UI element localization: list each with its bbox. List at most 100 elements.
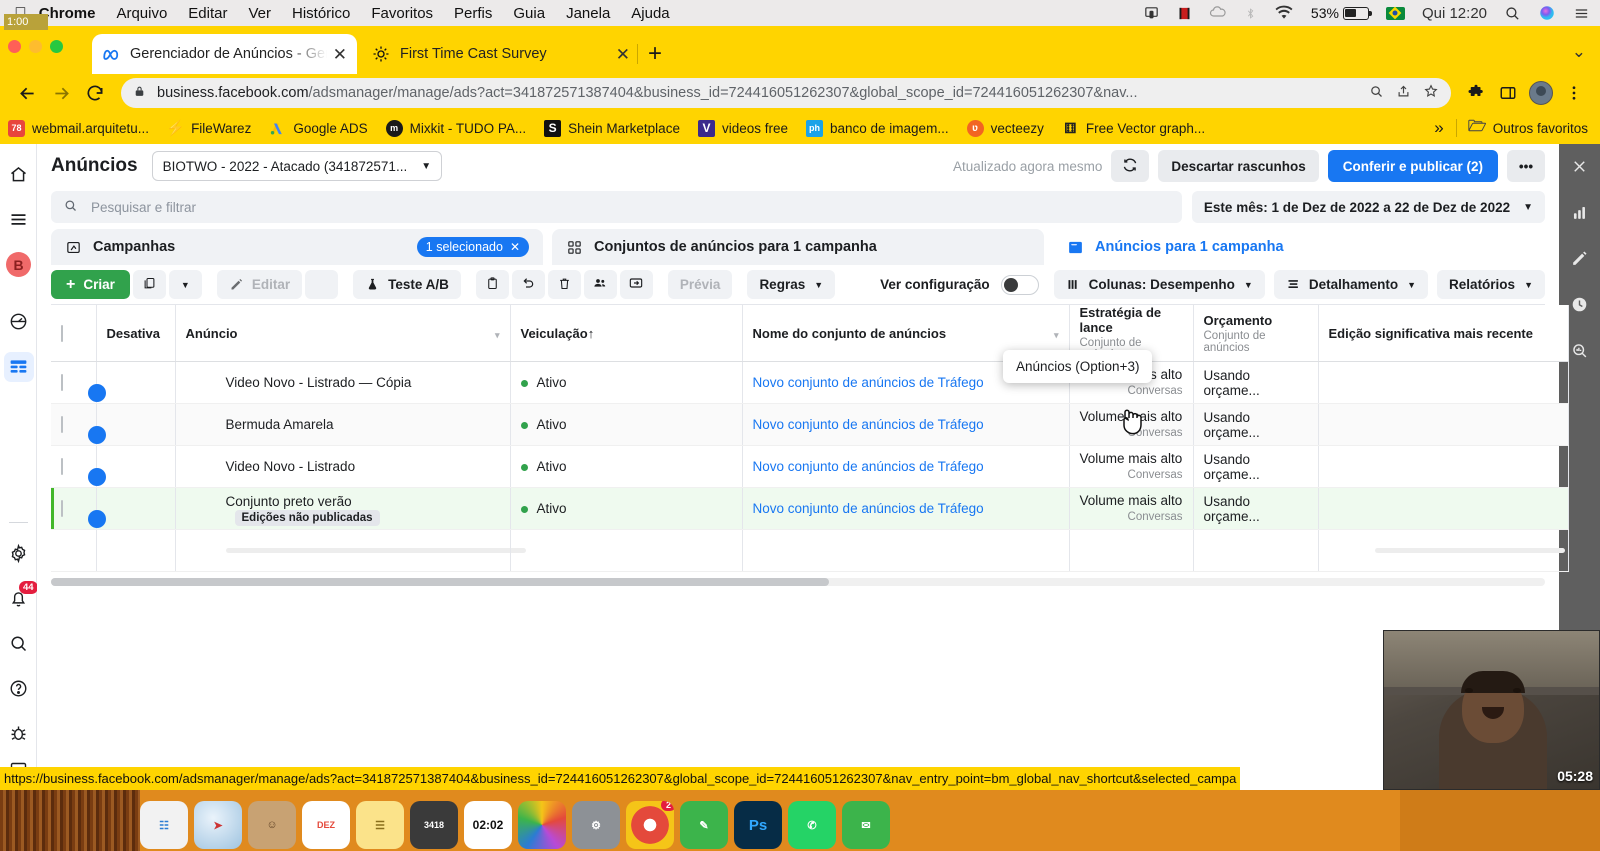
profile-avatar-icon[interactable] — [1529, 81, 1553, 105]
clock-history-icon[interactable] — [1568, 292, 1592, 316]
columns-button[interactable]: Colunas: Desempenho ▼ — [1053, 270, 1265, 299]
audience-button[interactable] — [583, 270, 617, 299]
dock-item-contacts[interactable]: ☺ — [248, 801, 296, 849]
bookmark-filewarez[interactable]: ⚡ FileWarez — [166, 120, 251, 137]
menu-item-historico[interactable]: Histórico — [292, 5, 350, 22]
dock-item-photoshop[interactable]: Ps — [734, 801, 782, 849]
horizontal-scrollbar[interactable] — [51, 578, 1545, 586]
bar-chart-icon[interactable] — [1568, 200, 1592, 224]
control-center-icon[interactable] — [1573, 5, 1590, 22]
scrollbar-thumb[interactable] — [51, 578, 829, 586]
search-icon[interactable] — [0, 621, 37, 666]
select-all-checkbox[interactable] — [61, 324, 63, 342]
other-bookmarks-button[interactable]: 🗁 Outros favoritos — [1468, 118, 1588, 137]
gear-icon[interactable] — [0, 531, 37, 576]
magnify-data-icon[interactable] — [1568, 338, 1592, 362]
adset-name-cell[interactable]: Novo conjunto de anúncios de Tráfego — [742, 487, 1070, 530]
menu-item-favoritos[interactable]: Favoritos — [371, 5, 433, 22]
tab-anuncios[interactable]: Anúncios para 1 campanha — [1053, 229, 1545, 265]
bookmark-banco-imagem[interactable]: ph banco de imagem... — [806, 119, 949, 137]
adset-link[interactable]: Novo conjunto de anúncios de Tráfego — [753, 501, 984, 516]
duplicate-dropdown[interactable]: ▼ — [168, 270, 202, 299]
search-input[interactable]: Pesquisar e filtrar — [51, 191, 1182, 223]
chevron-down-icon[interactable]: ▾ — [495, 330, 500, 341]
zoom-search-icon[interactable] — [1369, 84, 1384, 103]
discard-drafts-button[interactable]: Descartar rascunhos — [1158, 150, 1319, 182]
dock-item-whatsapp[interactable]: ✆ — [788, 801, 836, 849]
ad-name-cell[interactable]: Video Novo - Listrado — [175, 445, 511, 488]
account-select[interactable]: BIOTWO - 2022 - Atacado (341872571... ▼ — [151, 151, 443, 181]
more-options-button[interactable]: ••• — [1507, 150, 1545, 182]
bug-icon[interactable] — [0, 711, 37, 756]
puzzle-piece-icon[interactable] — [1460, 77, 1492, 109]
edit-button[interactable]: Editar — [216, 270, 303, 299]
column-header-delivery[interactable]: Veiculação↑ — [510, 305, 743, 362]
bookmark-google-ads[interactable]: Google ADS — [269, 120, 368, 137]
dock-item-photos[interactable] — [518, 801, 566, 849]
bookmark-mixkit[interactable]: m Mixkit - TUDO PA... — [385, 119, 526, 137]
row-toggle-cell[interactable] — [87, 445, 176, 488]
toggle-switch[interactable] — [1000, 274, 1039, 295]
close-icon[interactable] — [1568, 154, 1592, 178]
menu-item-editar[interactable]: Editar — [188, 5, 227, 22]
business-avatar[interactable]: B — [0, 242, 37, 287]
dock-item-chrome[interactable]: 2 — [626, 801, 674, 849]
close-icon[interactable]: ✕ — [510, 240, 520, 254]
bluetooth-icon[interactable] — [1244, 5, 1257, 22]
window-traffic-lights[interactable] — [8, 40, 63, 53]
hamburger-menu-icon[interactable] — [0, 197, 37, 242]
star-icon[interactable] — [1423, 83, 1439, 103]
dock-item-calendar[interactable]: DEZ — [302, 801, 350, 849]
bookmark-videos-free[interactable]: Vvideos free — [697, 119, 788, 137]
minimize-window-button[interactable] — [29, 40, 42, 53]
sidebar-item-ads-manager[interactable] — [0, 344, 37, 389]
table-row[interactable]: Conjunto preto verão Edições não publica… — [51, 487, 1569, 530]
select-all-header[interactable] — [51, 305, 97, 362]
ab-test-button[interactable]: Teste A/B — [353, 270, 461, 299]
review-publish-button[interactable]: Conferir e publicar (2) — [1327, 150, 1498, 182]
clipboard-button[interactable] — [475, 270, 509, 299]
dock-item-settings[interactable]: ⚙ — [572, 801, 620, 849]
arrow-back-icon[interactable] — [10, 76, 44, 110]
address-bar[interactable]: business.facebook.com/adsmanager/manage/… — [121, 78, 1451, 108]
maximize-window-button[interactable] — [50, 40, 63, 53]
row-toggle-cell[interactable] — [87, 487, 176, 530]
row-toggle-cell[interactable] — [87, 403, 176, 446]
bookmark-vecteezy[interactable]: ʋ vecteezy — [966, 119, 1044, 137]
column-header-ad[interactable]: Anúncio ▾ — [175, 305, 511, 362]
duplicate-button[interactable] — [132, 270, 166, 299]
adset-name-cell[interactable]: Novo conjunto de anúncios de Tráfego — [742, 403, 1070, 446]
creative-cloud-icon[interactable] — [1209, 4, 1227, 22]
dock-item-calculator[interactable]: 3418 — [410, 801, 458, 849]
rules-button[interactable]: Regras ▼ — [747, 270, 836, 299]
bookmarks-overflow-button[interactable]: » — [1434, 118, 1443, 138]
menu-item-arquivo[interactable]: Arquivo — [116, 5, 167, 22]
chevron-down-icon[interactable]: ⌄ — [1572, 42, 1586, 62]
chevron-down-icon[interactable]: ▾ — [1054, 330, 1059, 341]
dock-item-clock[interactable]: 02:02 — [464, 801, 512, 849]
new-tab-button[interactable]: + — [648, 42, 662, 66]
close-tab-icon[interactable]: ✕ — [333, 46, 347, 63]
column-header-budget[interactable]: Orçamento Conjunto de anúncios — [1193, 305, 1319, 362]
close-tab-icon[interactable]: ✕ — [616, 46, 630, 63]
browser-tab-ads-manager[interactable]: Gerenciador de Anúncios - Ger ✕ — [92, 34, 357, 74]
bookmark-webmail[interactable]: 78 webmail.arquitetu... — [8, 119, 149, 137]
adset-link[interactable]: Novo conjunto de anúncios de Tráfego — [753, 417, 984, 432]
create-button[interactable]: + Criar — [51, 270, 130, 299]
bell-icon[interactable]: 44 — [0, 576, 38, 621]
pencil-edit-icon[interactable] — [1568, 246, 1592, 270]
row-checkbox[interactable] — [61, 374, 63, 391]
kebab-menu-icon[interactable] — [1558, 77, 1590, 109]
ad-name-cell[interactable]: Conjunto preto verão Edições não publica… — [175, 487, 511, 530]
siri-icon[interactable] — [1538, 4, 1556, 22]
wifi-icon[interactable] — [1274, 5, 1294, 21]
spotlight-search-icon[interactable] — [1504, 5, 1521, 22]
see-configuration-toggle[interactable]: Ver configuração — [880, 274, 1039, 295]
row-checkbox[interactable] — [61, 416, 63, 433]
dock-item-evernote[interactable]: ✎ — [680, 801, 728, 849]
dock-item-pages[interactable]: ☷ — [140, 801, 188, 849]
help-circle-icon[interactable] — [0, 666, 37, 711]
adset-name-cell[interactable]: Novo conjunto de anúncios de Tráfego — [742, 445, 1070, 488]
reload-icon[interactable] — [78, 76, 112, 110]
menu-item-guia[interactable]: Guia — [513, 5, 545, 22]
